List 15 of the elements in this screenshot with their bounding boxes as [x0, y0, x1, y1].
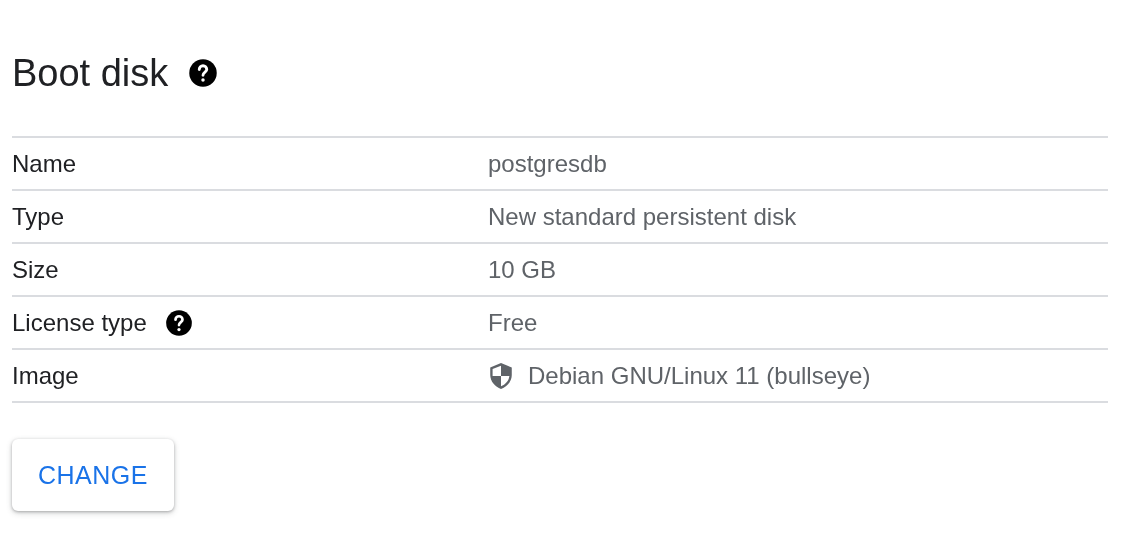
row-value: 10 GB — [488, 255, 557, 284]
shield-icon — [488, 361, 514, 390]
row-value: postgresdb — [488, 149, 607, 178]
section-title: Boot disk — [12, 51, 169, 95]
row-label: Size — [12, 255, 59, 284]
row-value: Free — [488, 308, 538, 337]
change-button[interactable]: CHANGE — [12, 439, 174, 511]
row-label: Name — [12, 149, 77, 178]
row-label: License type — [12, 308, 147, 337]
help-icon[interactable] — [164, 308, 193, 337]
row-label: Type — [12, 202, 65, 231]
help-icon[interactable] — [188, 58, 219, 88]
row-value: New standard persistent disk — [488, 202, 797, 231]
row-label: Image — [12, 361, 79, 390]
row-value: Debian GNU/Linux 11 (bullseye) — [528, 361, 871, 390]
